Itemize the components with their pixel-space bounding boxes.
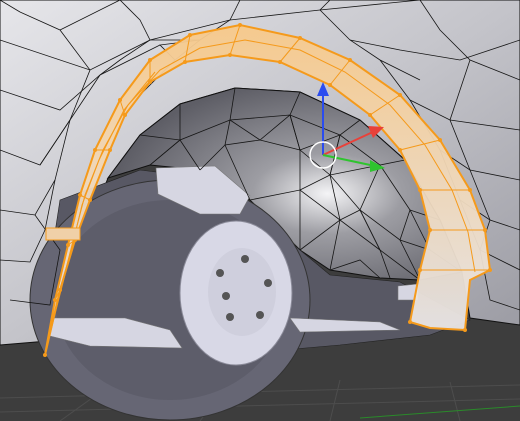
lug-nut [264, 279, 272, 287]
lug-nut [241, 255, 249, 263]
lug-nut [226, 313, 234, 321]
lug-nut [216, 269, 224, 277]
lug-nut [256, 311, 264, 319]
lug-nut [222, 292, 230, 300]
3d-viewport[interactable] [0, 0, 520, 421]
wheel-hub[interactable] [179, 220, 293, 366]
arch-bracket [45, 227, 81, 241]
viewport-canvas[interactable] [0, 0, 520, 421]
